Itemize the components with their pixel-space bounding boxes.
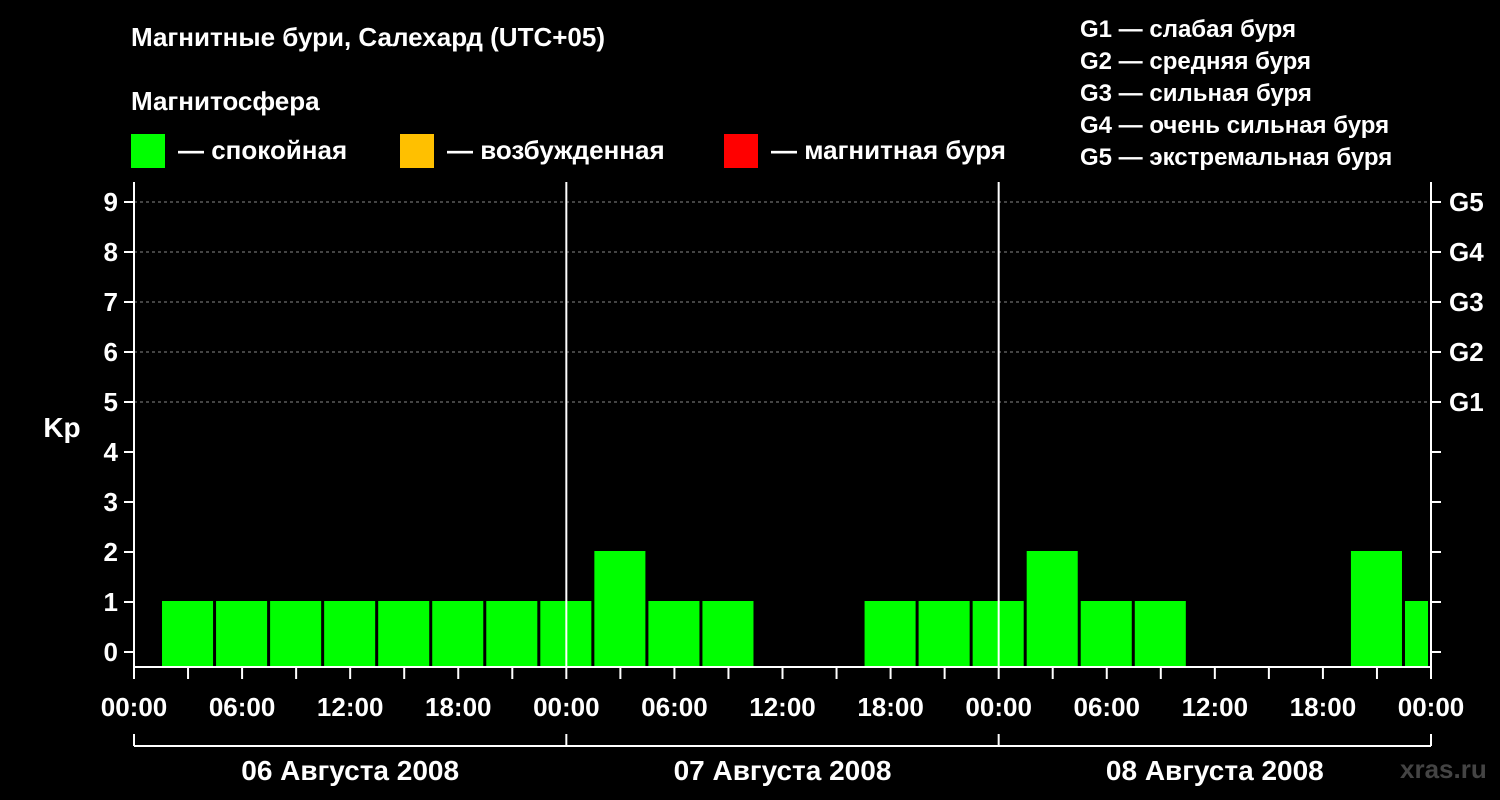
y-tick-label: 3 (104, 487, 118, 517)
x-tick-label: 12:00 (1182, 692, 1249, 722)
g-level-label: G2 (1449, 337, 1484, 367)
day-label: 08 Августа 2008 (1106, 755, 1324, 786)
g-level-label: G4 (1449, 237, 1484, 267)
kp-bar (1134, 601, 1186, 667)
kp-bar (702, 601, 754, 667)
kp-bar (1080, 601, 1132, 667)
y-tick-label: 9 (104, 187, 118, 217)
kp-bar (864, 601, 916, 667)
kp-bar (162, 601, 214, 667)
kp-bar (270, 601, 322, 667)
x-tick-label: 00:00 (533, 692, 600, 722)
x-tick-label: 18:00 (857, 692, 924, 722)
x-tick-label: 12:00 (317, 692, 384, 722)
kp-bar (216, 601, 268, 667)
day-label: 07 Августа 2008 (674, 755, 892, 786)
x-tick-label: 00:00 (1398, 692, 1465, 722)
y-tick-label: 7 (104, 287, 118, 317)
kp-bar (648, 601, 700, 667)
kp-bar (594, 551, 646, 667)
kp-bar (432, 601, 484, 667)
kp-bar (486, 601, 538, 667)
x-tick-label: 00:00 (101, 692, 168, 722)
g-level-label: G1 (1449, 387, 1484, 417)
kp-bar (1404, 601, 1428, 667)
y-tick-label: 4 (104, 437, 119, 467)
x-tick-label: 06:00 (1074, 692, 1141, 722)
g-level-label: G3 (1449, 287, 1484, 317)
y-tick-label: 2 (104, 537, 118, 567)
kp-bar (1350, 551, 1402, 667)
y-tick-label: 0 (104, 637, 118, 667)
x-tick-label: 00:00 (965, 692, 1032, 722)
x-tick-label: 12:00 (749, 692, 816, 722)
watermark: xras.ru (1400, 754, 1487, 784)
kp-bar (1026, 551, 1078, 667)
x-tick-label: 18:00 (425, 692, 492, 722)
y-tick-label: 8 (104, 237, 118, 267)
y-tick-label: 5 (104, 387, 118, 417)
y-tick-label: 1 (104, 587, 118, 617)
x-tick-label: 18:00 (1290, 692, 1357, 722)
x-tick-label: 06:00 (641, 692, 708, 722)
kp-bar (918, 601, 970, 667)
y-tick-label: 6 (104, 337, 118, 367)
day-label: 06 Августа 2008 (241, 755, 459, 786)
kp-bar (378, 601, 430, 667)
y-axis-label: Kp (43, 412, 80, 443)
g-level-label: G5 (1449, 187, 1484, 217)
x-tick-label: 06:00 (209, 692, 276, 722)
kp-bar (324, 601, 376, 667)
kp-chart: 0 1 2 3 4 5 6 7 8 9 G1 G2 G3 G4 G5 Kp 00:00 06:00 12:00 18:… (43, 182, 1484, 786)
